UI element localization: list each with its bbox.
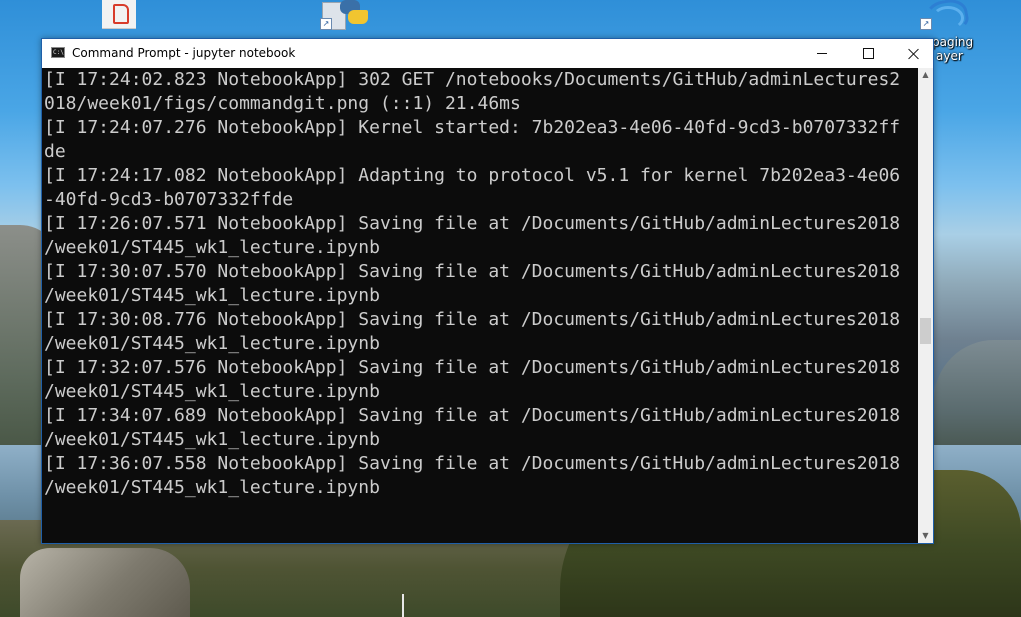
minimize-icon xyxy=(817,53,827,54)
paging-player-label-line2: ayer xyxy=(936,49,963,63)
desktop-wallpaper-hill-right xyxy=(934,340,1021,460)
console-line: [I 17:32:07.576 NotebookApp] Saving file… xyxy=(44,357,901,378)
console-line: [I 17:24:07.276 NotebookApp] Kernel star… xyxy=(44,117,901,138)
console-line: /week01/ST445_wk1_lecture.ipynb xyxy=(44,429,380,450)
command-prompt-window[interactable]: C:\ Command Prompt - jupyter notebook [I… xyxy=(41,38,934,544)
window-title: Command Prompt - jupyter notebook xyxy=(72,46,296,60)
console-line: [I 17:30:07.570 NotebookApp] Saving file… xyxy=(44,261,901,282)
console-line: 018/week01/figs/commandgit.png (::1) 21.… xyxy=(44,93,521,114)
scroll-up-button[interactable]: ▲ xyxy=(918,68,933,82)
close-icon xyxy=(908,48,920,60)
console-output[interactable]: [I 17:24:02.823 NotebookApp] 302 GET /no… xyxy=(42,68,918,543)
wave-arc-inner-icon xyxy=(932,6,964,30)
shortcut-arrow-icon: ↗ xyxy=(320,18,332,30)
paging-player-label-line1: paging xyxy=(932,35,974,49)
scroll-down-button[interactable]: ▼ xyxy=(918,529,933,543)
console-line: [I 17:34:07.689 NotebookApp] Saving file… xyxy=(44,405,901,426)
python-logo-yellow xyxy=(348,10,368,24)
python-file-icon[interactable]: ↗ xyxy=(318,0,368,32)
console-line: /week01/ST445_wk1_lecture.ipynb xyxy=(44,333,380,354)
console-line: de xyxy=(44,141,66,162)
window-titlebar[interactable]: C:\ Command Prompt - jupyter notebook xyxy=(42,39,933,68)
command-prompt-icon[interactable]: C:\ xyxy=(51,47,65,58)
console-line: /week01/ST445_wk1_lecture.ipynb xyxy=(44,237,380,258)
paging-player-icon[interactable]: ↗ xyxy=(916,0,971,36)
app-icon-text: C:\ xyxy=(53,49,64,56)
console-line: [I 17:36:07.558 NotebookApp] Saving file… xyxy=(44,453,901,474)
paging-player-label[interactable]: paging ayer xyxy=(932,35,1002,63)
pdf-file-icon[interactable] xyxy=(102,0,136,29)
close-button[interactable] xyxy=(891,39,937,68)
console-line: /week01/ST445_wk1_lecture.ipynb xyxy=(44,285,380,306)
scrollbar-thumb[interactable] xyxy=(920,318,931,344)
maximize-icon xyxy=(862,48,874,59)
console-line: [I 17:26:07.571 NotebookApp] Saving file… xyxy=(44,213,901,234)
console-line: -40fd-9cd3-b0707332ffde xyxy=(44,189,294,210)
vertical-scrollbar[interactable]: ▲ ▼ xyxy=(918,68,933,543)
console-line: [I 17:24:17.082 NotebookApp] Adapting to… xyxy=(44,165,901,186)
desktop-wallpaper-boat-mast xyxy=(402,594,404,617)
console-line: [I 17:24:02.823 NotebookApp] 302 GET /no… xyxy=(44,69,901,90)
console-line: [I 17:30:08.776 NotebookApp] Saving file… xyxy=(44,309,901,330)
shortcut-arrow-icon: ↗ xyxy=(920,18,932,30)
console-line: /week01/ST445_wk1_lecture.ipynb xyxy=(44,477,380,498)
minimize-button[interactable] xyxy=(799,39,845,68)
console-lines: [I 17:24:02.823 NotebookApp] 302 GET /no… xyxy=(44,68,900,500)
desktop-wallpaper-rocks xyxy=(20,548,190,617)
console-line: /week01/ST445_wk1_lecture.ipynb xyxy=(44,381,380,402)
maximize-button[interactable] xyxy=(845,39,891,68)
